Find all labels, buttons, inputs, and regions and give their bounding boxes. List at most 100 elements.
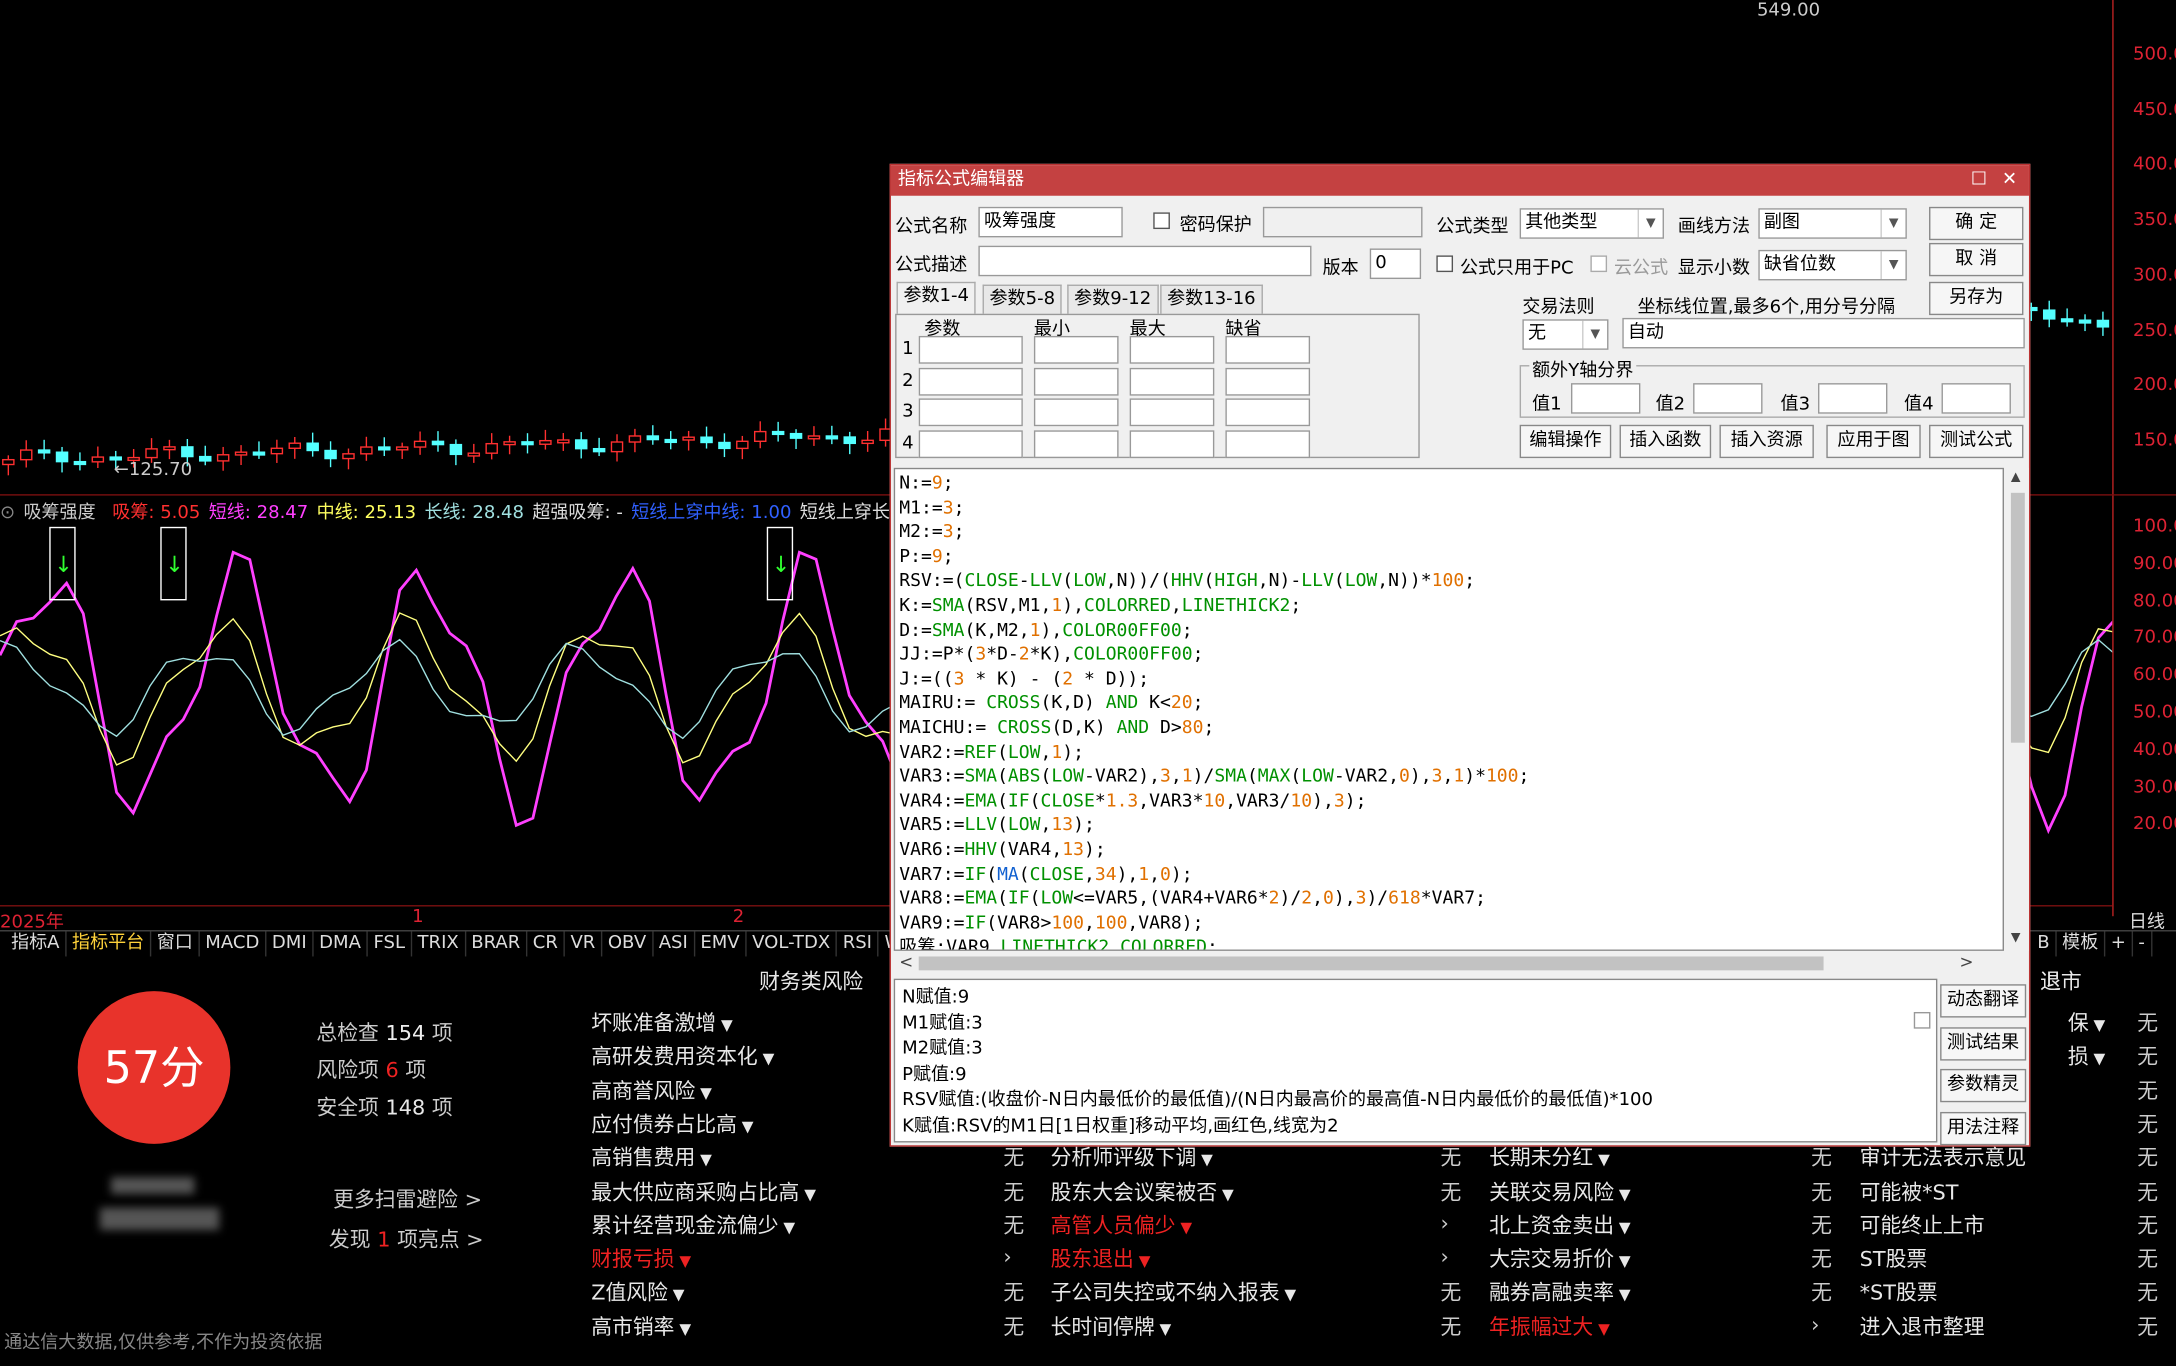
axis-pos-input[interactable]: 自动: [1622, 317, 2025, 349]
param-tab-1[interactable]: 参数5-8: [982, 284, 1062, 316]
col2-item[interactable]: 股东大会议案被否 ▼: [1051, 1176, 1234, 1205]
code-vertical-scrollbar[interactable]: ▲ ▼: [2006, 467, 2029, 951]
highlight-link[interactable]: 发现 1 项亮点 >: [329, 1224, 484, 1253]
col1-item[interactable]: 高销售费用 ▼: [591, 1143, 712, 1172]
hscroll-thumb[interactable]: [918, 956, 1824, 971]
param-cell[interactable]: [1129, 429, 1215, 458]
param-cell[interactable]: [1033, 398, 1119, 427]
code-line[interactable]: VAR5:=LLV(LOW,13);: [899, 814, 2002, 838]
code-line[interactable]: J:=((3 * K) - (2 * D));: [899, 667, 2002, 691]
side-button[interactable]: 参数精灵: [1940, 1068, 2027, 1103]
cancel-button[interactable]: 取 消: [1929, 242, 2024, 277]
code-line[interactable]: D:=SMA(K,M2,1),COLOR00FF00;: [899, 619, 2002, 643]
code-line[interactable]: VAR7:=IF(MA(CLOSE,34),1,0);: [899, 863, 2002, 887]
col1-item[interactable]: 高研发费用资本化 ▼: [591, 1042, 774, 1071]
col1-item[interactable]: 坏账准备激增 ▼: [591, 1008, 733, 1037]
col1-item[interactable]: Z值风险 ▼: [591, 1278, 684, 1307]
tab-11[interactable]: OBV: [602, 931, 654, 957]
param-cell[interactable]: [918, 429, 1023, 458]
code-line[interactable]: VAR9:=IF(VAR8>100,100,VAR8);: [899, 912, 2002, 936]
col4-item[interactable]: 可能被*ST: [1860, 1176, 1959, 1205]
code-line[interactable]: VAR3:=SMA(ABS(LOW-VAR2),3,1)/SMA(MAX(LOW…: [899, 765, 2002, 789]
param-cell[interactable]: [1129, 367, 1215, 395]
dialog-title-bar[interactable]: 指标公式编辑器 ☐ ✕: [890, 165, 2029, 196]
formula-name-input[interactable]: 吸筹强度: [978, 206, 1123, 238]
val-input[interactable]: [1818, 383, 1888, 414]
dialog-action-button[interactable]: 插入资源: [1719, 424, 1814, 459]
indicator-name[interactable]: ⊙ 吸筹强度: [0, 503, 104, 524]
val-input[interactable]: [1693, 383, 1763, 414]
dialog-action-button[interactable]: 测试公式: [1929, 424, 2024, 459]
formula-desc-input[interactable]: [978, 245, 1312, 277]
code-line[interactable]: M2:=3;: [899, 521, 2002, 545]
code-line[interactable]: N:=9;: [899, 472, 2002, 496]
col4-item[interactable]: 可能终止上市: [1860, 1210, 1985, 1239]
param-cell[interactable]: [1225, 398, 1311, 427]
param-tab-2[interactable]: 参数9-12: [1067, 284, 1159, 316]
param-cell[interactable]: [1033, 367, 1119, 395]
col3-item[interactable]: 融券高融卖率 ▼: [1489, 1278, 1631, 1307]
more-scan-link[interactable]: 更多扫雷避险 >: [333, 1184, 482, 1213]
col1-item[interactable]: 高商誉风险 ▼: [591, 1075, 712, 1104]
password-checkbox[interactable]: [1153, 212, 1170, 230]
code-line[interactable]: VAR2:=REF(LOW,1);: [899, 741, 2002, 765]
val-input[interactable]: [1941, 383, 2011, 414]
code-line[interactable]: MAICHU:= CROSS(D,K) AND D>80;: [899, 716, 2002, 740]
param-cell[interactable]: [918, 367, 1023, 395]
tab-14[interactable]: VOL-TDX: [747, 931, 838, 957]
col3-item[interactable]: 年振幅过大 ▼: [1489, 1311, 1610, 1340]
param-cell[interactable]: [918, 398, 1023, 427]
col3-item[interactable]: 大宗交易折价 ▼: [1489, 1244, 1631, 1273]
tab-3[interactable]: MACD: [200, 931, 267, 957]
tab-1[interactable]: 指标平台: [66, 931, 152, 957]
code-line[interactable]: RSV:=(CLOSE-LLV(LOW,N))/(HHV(HIGH,N)-LLV…: [899, 570, 2002, 594]
tab-15[interactable]: RSI: [837, 931, 879, 957]
col1-item[interactable]: 应付债券占比高 ▼: [591, 1109, 753, 1138]
scroll-thumb[interactable]: [2010, 492, 2025, 743]
param-cell[interactable]: [1129, 335, 1215, 364]
output-scroll-box[interactable]: [1913, 1011, 1931, 1029]
col4-top-item[interactable]: 保 ▼: [2068, 1008, 2105, 1037]
tab-2[interactable]: 窗口: [151, 931, 200, 957]
pc-only-checkbox[interactable]: [1436, 255, 1454, 273]
tab-12[interactable]: ASI: [653, 931, 695, 957]
param-cell[interactable]: [1225, 429, 1311, 458]
param-cell[interactable]: [1129, 398, 1215, 427]
col4-item[interactable]: 审计无法表示意见: [1860, 1143, 2027, 1172]
col4-item[interactable]: 进入退市整理: [1860, 1311, 1985, 1340]
col2-item[interactable]: 股东退出 ▼: [1051, 1244, 1151, 1273]
param-cell[interactable]: [1225, 335, 1311, 364]
tab-13[interactable]: EMV: [695, 931, 747, 957]
dialog-action-button[interactable]: 插入函数: [1619, 424, 1712, 459]
scroll-left-icon[interactable]: <: [899, 952, 913, 971]
version-input[interactable]: 0: [1369, 248, 1422, 280]
side-button[interactable]: 用法注释: [1940, 1111, 2027, 1145]
code-line[interactable]: JJ:=P*(3*D-2*K),COLOR00FF00;: [899, 643, 2002, 667]
tab-right-3[interactable]: -: [2133, 931, 2152, 957]
tab-right-2[interactable]: +: [2105, 931, 2133, 957]
tab-4[interactable]: DMI: [266, 931, 314, 957]
col3-item[interactable]: 长期未分红 ▼: [1489, 1143, 1610, 1172]
col1-item[interactable]: 最大供应商采购占比高 ▼: [591, 1176, 816, 1205]
side-button[interactable]: 测试结果: [1940, 1026, 2027, 1060]
dialog-action-button[interactable]: 应用于图: [1826, 424, 1921, 459]
cloud-checkbox[interactable]: [1590, 255, 1608, 273]
col4-item[interactable]: *ST股票: [1860, 1278, 1938, 1307]
decimal-select[interactable]: 缺省位数 ▼: [1758, 249, 1907, 281]
tab-0[interactable]: 指标A: [6, 931, 67, 957]
tab-6[interactable]: FSL: [368, 931, 412, 957]
maximize-icon[interactable]: ☐: [1965, 165, 1993, 196]
code-line[interactable]: MAIRU:= CROSS(K,D) AND K<20;: [899, 692, 2002, 716]
tab-8[interactable]: BRAR: [466, 931, 528, 957]
save-as-button[interactable]: 另存为: [1929, 281, 2024, 316]
formula-code-editor[interactable]: N:=9; M1:=3; M2:=3; P:=9; RSV:=(CLOSE-LLV(LO…: [893, 467, 2004, 951]
col2-item[interactable]: 长时间停牌 ▼: [1051, 1311, 1172, 1340]
param-tab-0[interactable]: 参数1-4: [896, 281, 976, 316]
side-button[interactable]: 动态翻译: [1940, 984, 2027, 1018]
period-label[interactable]: 日线: [2129, 906, 2165, 933]
password-input[interactable]: [1262, 206, 1423, 238]
param-cell[interactable]: [1225, 367, 1311, 395]
col1-item[interactable]: 累计经营现金流偏少 ▼: [591, 1210, 795, 1239]
code-line[interactable]: VAR4:=EMA(IF(CLOSE*1.3,VAR3*10,VAR3/10),…: [899, 789, 2002, 813]
col4-top-item[interactable]: 损 ▼: [2068, 1042, 2105, 1071]
